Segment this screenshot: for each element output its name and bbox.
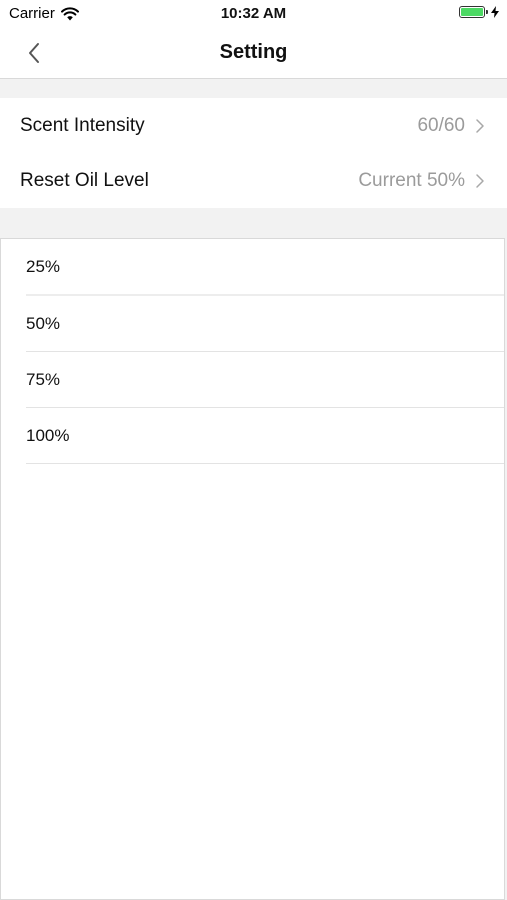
option-25-percent[interactable]: 25% (26, 239, 504, 296)
option-label: 100% (26, 425, 70, 445)
scent-intensity-label: Scent Intensity (20, 114, 145, 136)
option-50-percent[interactable]: 50% (26, 296, 504, 352)
oil-level-options-list: 25% 50% 75% 100% (0, 238, 505, 900)
scent-intensity-value: 60/60 (417, 114, 465, 136)
reset-oil-level-label: Reset Oil Level (20, 169, 149, 191)
option-label: 75% (26, 369, 61, 389)
battery-group (459, 6, 499, 18)
option-label: 25% (26, 256, 61, 276)
chevron-right-icon (476, 173, 484, 188)
option-75-percent[interactable]: 75% (26, 352, 504, 408)
status-time: 10:32 AM (220, 5, 287, 22)
bolt-icon (491, 6, 499, 18)
option-100-percent[interactable]: 100% (26, 408, 504, 464)
reset-oil-level-value: Current 50% (358, 169, 465, 191)
option-label: 50% (26, 313, 61, 333)
screen: Carrier 10:32 AM Setting Scent Intensity… (0, 0, 507, 900)
chevron-right-icon (476, 118, 484, 133)
nav-bar: Setting (0, 28, 507, 79)
status-bar: Carrier 10:32 AM (0, 0, 507, 28)
battery-icon (459, 6, 488, 18)
page-title: Setting (219, 41, 288, 63)
scent-intensity-row[interactable]: Scent Intensity 60/60 (0, 98, 507, 153)
reset-oil-level-row[interactable]: Reset Oil Level Current 50% (0, 153, 507, 208)
settings-group: Scent Intensity 60/60 Reset Oil Level Cu… (0, 98, 507, 208)
